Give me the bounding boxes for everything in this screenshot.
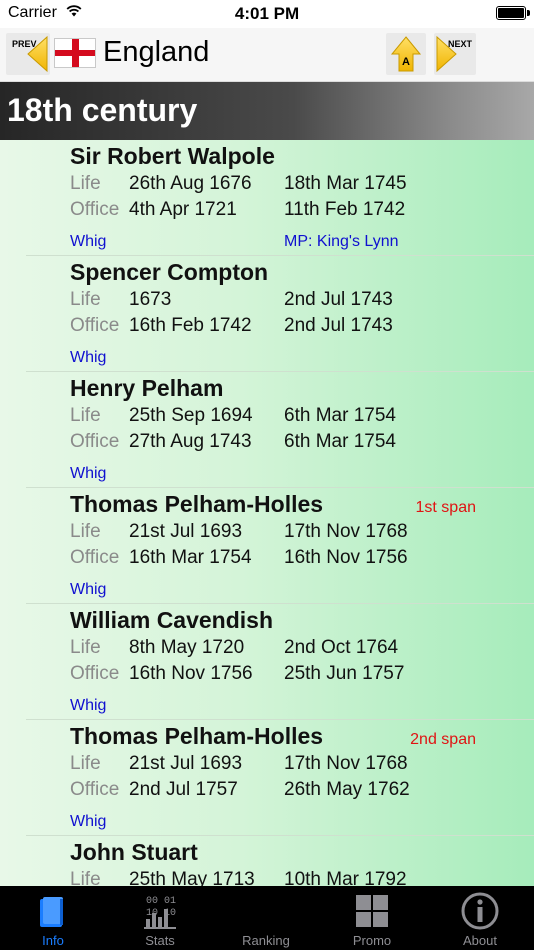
life-label: Life xyxy=(70,753,101,774)
tab-label: Ranking xyxy=(242,933,290,948)
binary-data-icon: 00 01 10 10 xyxy=(144,896,176,929)
alphabetical-button[interactable]: A xyxy=(386,33,426,75)
office-label: Office xyxy=(70,315,120,336)
info-circle-icon xyxy=(461,892,499,930)
office-label: Office xyxy=(70,779,120,800)
office-end: 11th Feb 1742 xyxy=(284,199,406,220)
life-start: 1673 xyxy=(129,289,172,310)
constituency-link[interactable]: MP: King's Lynn xyxy=(284,233,399,251)
life-label: Life xyxy=(70,405,101,426)
list-item[interactable]: Thomas Pelham-Holles 1st span Life 21st … xyxy=(0,488,534,604)
office-label: Office xyxy=(70,199,120,220)
office-start: 16th Feb 1742 xyxy=(129,315,252,336)
party-link[interactable]: Whig xyxy=(70,465,106,483)
life-label: Life xyxy=(70,521,101,542)
office-label: Office xyxy=(70,431,120,452)
office-start: 27th Aug 1743 xyxy=(129,431,252,452)
status-time: 4:01 PM xyxy=(234,4,300,23)
pm-name: John Stuart xyxy=(70,839,198,865)
office-start: 16th Nov 1756 xyxy=(129,663,253,684)
tab-info[interactable]: Info xyxy=(0,886,106,950)
svg-text:A: A xyxy=(402,56,410,68)
tab-label: Promo xyxy=(352,933,392,948)
pm-name: Thomas Pelham-Holles xyxy=(70,723,324,749)
life-end: 17th Nov 1768 xyxy=(284,753,408,774)
pm-name: Sir Robert Walpole xyxy=(70,143,275,169)
life-start: 25th May 1713 xyxy=(129,869,255,886)
tab-label: Info xyxy=(42,933,64,948)
a-arrow-up-icon: A xyxy=(390,36,422,72)
office-label: Office xyxy=(70,547,120,568)
office-end: 16th Nov 1756 xyxy=(284,547,408,568)
office-start: 16th Mar 1754 xyxy=(129,547,252,568)
pm-name: Spencer Compton xyxy=(70,259,269,285)
pm-name: William Cavendish xyxy=(70,607,274,633)
list-item[interactable]: Sir Robert Walpole Life 26th Aug 1676 18… xyxy=(0,140,534,256)
office-end: 2nd Jul 1743 xyxy=(284,315,393,336)
life-end: 2nd Oct 1764 xyxy=(284,637,399,658)
status-bar: Carrier 4:01 PM xyxy=(0,0,534,28)
life-label: Life xyxy=(70,637,101,658)
tab-ranking[interactable]: Ranking xyxy=(213,886,319,950)
life-start: 25th Sep 1694 xyxy=(129,405,253,426)
office-end: 25th Jun 1757 xyxy=(284,663,405,684)
next-button[interactable]: NEXT xyxy=(434,33,476,75)
life-end: 2nd Jul 1743 xyxy=(284,289,393,310)
page-title: England xyxy=(103,36,210,68)
office-end: 26th May 1762 xyxy=(284,779,410,800)
england-flag-icon xyxy=(54,38,96,68)
list-item[interactable]: William Cavendish Life 8th May 1720 2nd … xyxy=(0,604,534,720)
life-label: Life xyxy=(70,289,101,310)
tab-promo[interactable]: Promo xyxy=(319,886,425,950)
book-icon xyxy=(40,897,63,927)
century-header: 18th century xyxy=(0,82,534,140)
tab-label: About xyxy=(463,933,497,948)
office-end: 6th Mar 1754 xyxy=(284,431,396,452)
list-item[interactable]: John Stuart Life 25th May 1713 10th Mar … xyxy=(0,836,534,886)
life-end: 10th Mar 1792 xyxy=(284,869,407,886)
svg-text:00 01: 00 01 xyxy=(146,896,176,907)
life-start: 21st Jul 1693 xyxy=(129,521,243,542)
span-note: 2nd span xyxy=(410,731,476,748)
life-start: 26th Aug 1676 xyxy=(129,173,252,194)
tab-label: Stats xyxy=(145,933,175,948)
pm-name: Henry Pelham xyxy=(70,375,224,401)
nav-header: PREV England A NEXT xyxy=(0,28,534,82)
prime-minister-list[interactable]: Sir Robert Walpole Life 26th Aug 1676 18… xyxy=(0,140,534,886)
tab-about[interactable]: About xyxy=(427,886,533,950)
list-item[interactable]: Henry Pelham Life 25th Sep 1694 6th Mar … xyxy=(0,372,534,488)
party-link[interactable]: Whig xyxy=(70,813,106,831)
party-link[interactable]: Whig xyxy=(70,233,106,251)
life-end: 18th Mar 1745 xyxy=(284,173,407,194)
party-link[interactable]: Whig xyxy=(70,581,106,599)
ranking-icon xyxy=(246,891,286,931)
party-link[interactable]: Whig xyxy=(70,697,106,715)
arrow-right-icon xyxy=(436,35,457,73)
grid-icon xyxy=(356,895,388,927)
office-start: 2nd Jul 1757 xyxy=(129,779,238,800)
tab-bar: Info 00 01 10 10 Stats Ranking Promo Abo… xyxy=(0,886,534,950)
century-title: 18th century xyxy=(7,92,198,128)
life-label: Life xyxy=(70,173,101,194)
arrow-left-icon xyxy=(27,35,48,73)
life-end: 17th Nov 1768 xyxy=(284,521,408,542)
life-start: 8th May 1720 xyxy=(129,637,245,658)
office-start: 4th Apr 1721 xyxy=(129,199,237,220)
life-label: Life xyxy=(70,869,101,886)
party-link[interactable]: Whig xyxy=(70,349,106,367)
span-note: 1st span xyxy=(415,499,476,516)
life-start: 21st Jul 1693 xyxy=(129,753,243,774)
prev-button[interactable]: PREV xyxy=(6,33,50,75)
life-end: 6th Mar 1754 xyxy=(284,405,396,426)
list-item[interactable]: Spencer Compton Life 1673 2nd Jul 1743 O… xyxy=(0,256,534,372)
office-label: Office xyxy=(70,663,120,684)
battery-icon xyxy=(496,6,530,20)
list-item[interactable]: Thomas Pelham-Holles 2nd span Life 21st … xyxy=(0,720,534,836)
tab-stats[interactable]: 00 01 10 10 Stats xyxy=(107,886,213,950)
pm-name: Thomas Pelham-Holles xyxy=(70,491,324,517)
